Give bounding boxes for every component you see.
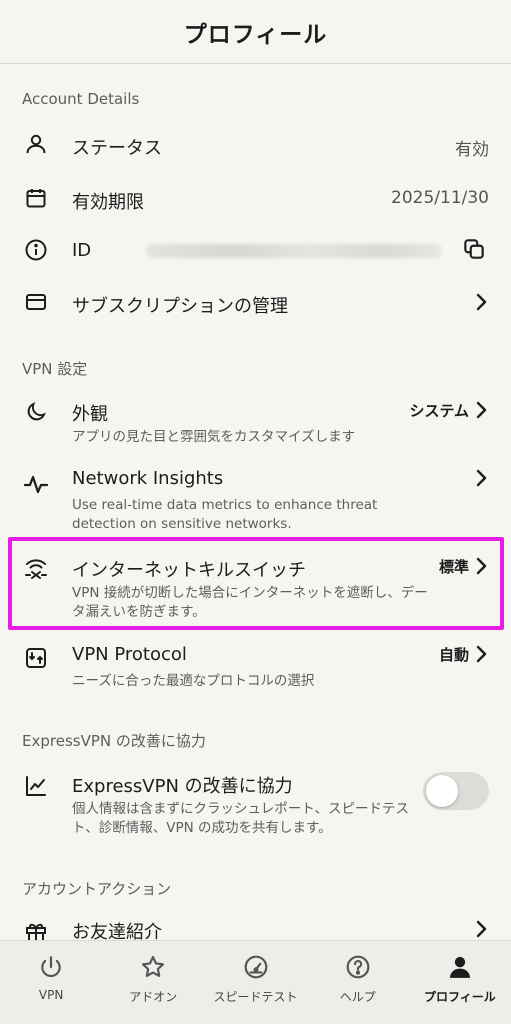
tab-label: スピードテスト <box>213 990 298 1004</box>
network-insights-row[interactable]: Network Insights Use real-time data metr… <box>0 460 511 536</box>
info-icon <box>22 236 50 264</box>
help-icon <box>344 953 372 981</box>
vpn-protocol-row[interactable]: VPN Protocol 自動 ニーズに合った最適なプロトコルの選択 <box>0 640 511 696</box>
chevron-right-icon <box>473 293 489 311</box>
account-section-title: Account Details <box>22 90 140 108</box>
toggle-knob <box>426 775 458 807</box>
star-icon <box>139 953 167 981</box>
id-label: ID <box>72 240 92 261</box>
tab-profile[interactable]: プロフィール <box>409 941 511 1024</box>
vpn-protocol-description: ニーズに合った最適なプロトコルの選択 <box>72 673 315 689</box>
appearance-label: 外観 <box>72 404 108 425</box>
improve-toggle[interactable] <box>423 772 489 810</box>
tab-label: プロフィール <box>424 990 496 1004</box>
status-label: ステータス <box>72 138 162 159</box>
improve-description: 個人情報は含まずにクラッシュレポート、スピードテスト、診断情報、VPN の成功を… <box>72 801 409 836</box>
expiry-value: 2025/11/30 <box>391 188 489 208</box>
copy-icon[interactable] <box>461 236 487 262</box>
vpn-protocol-label: VPN Protocol <box>72 644 187 665</box>
subscription-row[interactable]: サブスクリプションの管理 <box>0 282 511 322</box>
expiry-row: 有効期限 2025/11/30 <box>0 178 511 218</box>
actions-section-title: アカウントアクション <box>22 880 172 898</box>
id-row: ID <box>0 230 511 270</box>
tab-bar: VPN アドオン スピードテスト ヘルプ プロフィール <box>0 940 511 1024</box>
network-insights-description: Use real-time data metrics to enhance th… <box>72 497 378 532</box>
chevron-right-icon <box>473 401 489 419</box>
moon-icon <box>22 398 50 426</box>
tab-speedtest[interactable]: スピードテスト <box>204 941 306 1024</box>
tab-vpn[interactable]: VPN <box>0 941 102 1024</box>
tab-addons[interactable]: アドオン <box>102 941 204 1024</box>
referral-label: お友達紹介 <box>72 922 162 940</box>
person-icon <box>22 130 50 158</box>
person-icon <box>446 953 474 981</box>
page-header: プロフィール <box>0 0 511 64</box>
page-title: プロフィール <box>183 21 328 48</box>
tab-label: ヘルプ <box>339 990 376 1004</box>
tab-label: VPN <box>38 988 64 1002</box>
chart-line-icon <box>22 772 50 800</box>
appearance-value: システム <box>409 402 469 420</box>
chevron-right-icon <box>473 645 489 663</box>
gift-icon <box>22 918 50 940</box>
chevron-right-icon <box>473 469 489 487</box>
id-value-redacted <box>146 244 442 258</box>
vpn-section-title: VPN 設定 <box>22 360 88 378</box>
improve-row: ExpressVPN の改善に協力 個人情報は含まずにクラッシュレポート、スピー… <box>0 764 511 844</box>
chevron-right-icon <box>473 920 489 938</box>
calendar-icon <box>22 184 50 212</box>
expiry-label: 有効期限 <box>72 192 144 213</box>
status-value: 有効 <box>455 140 489 160</box>
appearance-description: アプリの見た目と雰囲気をカスタマイズします <box>72 429 356 445</box>
protocol-icon <box>22 644 50 672</box>
pulse-icon <box>22 470 50 498</box>
network-insights-label: Network Insights <box>72 468 224 489</box>
speedometer-icon <box>242 953 270 981</box>
tab-label: アドオン <box>129 990 178 1004</box>
profile-content[interactable]: Account Details ステータス 有効 有効期限 2025/11/30… <box>0 64 511 940</box>
card-icon <box>22 288 50 316</box>
vpn-protocol-value: 自動 <box>438 646 469 664</box>
subscription-label: サブスクリプションの管理 <box>72 296 288 317</box>
power-icon <box>37 953 65 981</box>
referral-row[interactable]: お友達紹介 <box>0 914 511 940</box>
status-row: ステータス 有効 <box>0 126 511 166</box>
appearance-row[interactable]: 外観 システム アプリの見た目と雰囲気をカスタマイズします <box>0 392 511 452</box>
kill-switch-highlight <box>8 537 504 630</box>
improve-label: ExpressVPN の改善に協力 <box>72 776 293 797</box>
improve-section-title: ExpressVPN の改善に協力 <box>22 732 206 750</box>
tab-help[interactable]: ヘルプ <box>307 941 409 1024</box>
